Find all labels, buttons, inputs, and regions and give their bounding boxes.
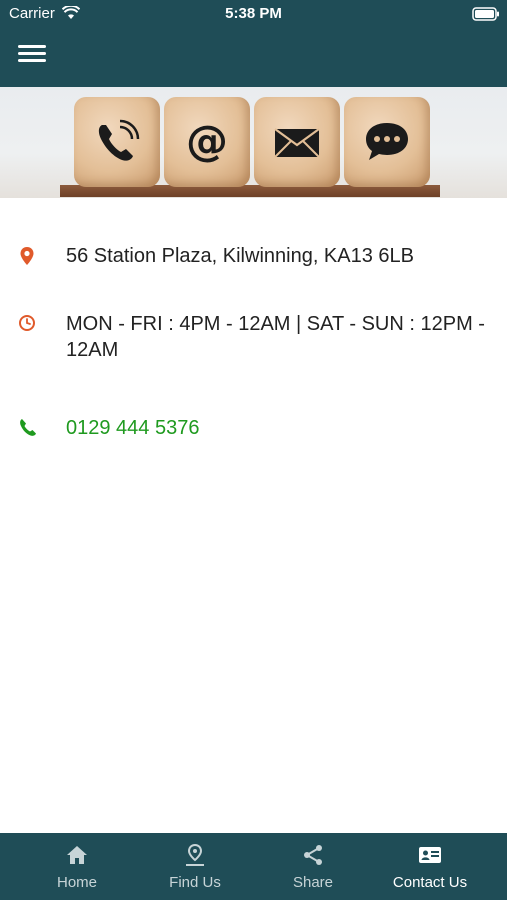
tab-share-label: Share [292,874,334,891]
at-sign-icon: @ [186,117,228,165]
tab-home[interactable]: Home [18,833,136,900]
tab-find-us-label: Find Us [169,874,221,891]
tab-find-us[interactable]: Find Us [136,833,254,900]
phone-icon [98,119,140,161]
tab-home-label: Home [56,874,97,891]
location-pin-icon [20,247,34,265]
tab-contact-us-label: Contact Us [392,874,468,891]
status-time: 5:38 PM [225,5,282,22]
contact-card-icon [419,847,441,863]
phone-cube [74,97,160,187]
map-pin-icon [186,844,204,866]
status-bar: Carrier 5:38 PM [0,0,507,28]
hamburger-menu-icon[interactable] [16,40,48,72]
chat-bubble-icon [366,123,408,160]
envelope-cube [254,97,340,187]
tab-share[interactable]: Share [254,833,372,900]
home-icon [67,846,87,864]
phone-icon [20,419,36,436]
bottom-tab-bar: Home Find Us Share Contact Us [0,833,507,900]
address-text: 56 Station Plaza, Kilwinning, KA13 6LB [66,245,414,267]
phone-number-link[interactable]: 0129 444 5376 [66,415,486,441]
svg-text:@: @ [186,117,228,165]
clock-icon [19,315,35,331]
share-icon [304,845,322,865]
envelope-icon [274,128,320,158]
chat-cube [344,97,430,187]
app-header: Carrier 5:38 PM [0,0,507,87]
at-sign-cube: @ [164,97,250,187]
hero-image: @ [0,87,507,198]
hours-text: MON - FRI : 4PM - 12AM | SAT - SUN : 12P… [66,313,485,361]
battery-icon [472,7,499,21]
tab-contact-us[interactable]: Contact Us [371,833,489,900]
